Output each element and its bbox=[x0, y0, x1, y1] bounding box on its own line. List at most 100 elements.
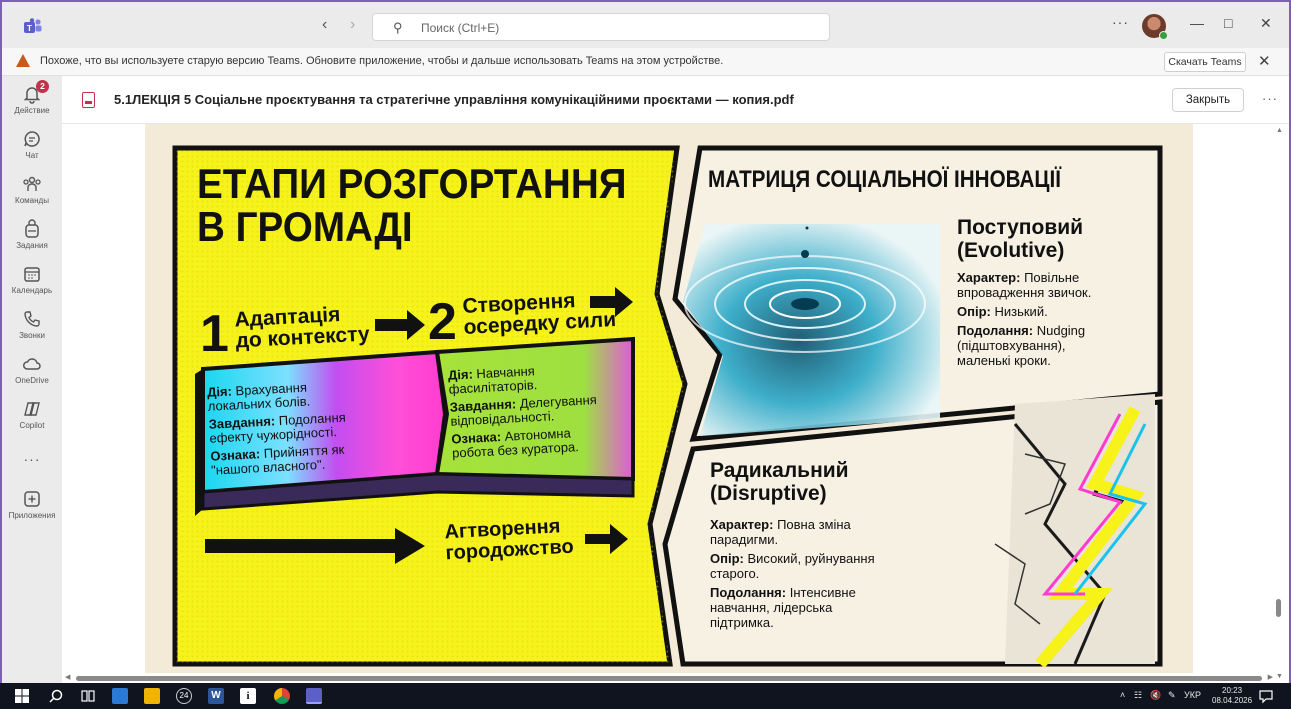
close-document-button[interactable]: Закрыть bbox=[1172, 88, 1244, 112]
task-view-icon[interactable] bbox=[80, 688, 96, 704]
evo-resistance-text: Низький. bbox=[994, 304, 1048, 319]
pdf-page: ЕТАПИ РОЗГОРТАННЯ В ГРОМАДІ 1 Адаптація … bbox=[145, 124, 1193, 673]
horizontal-scroll-thumb[interactable] bbox=[76, 676, 1262, 681]
dis-overcome-text3: підтримка. bbox=[710, 615, 774, 630]
rail-item-copilot[interactable]: Copilot bbox=[2, 399, 62, 430]
rail-item-label: Звонки bbox=[19, 331, 45, 340]
download-teams-button[interactable]: Скачать Teams bbox=[1164, 52, 1246, 72]
rail-item-label: Copilot bbox=[19, 421, 45, 430]
evo-overcome-text1: Nudging bbox=[1036, 323, 1086, 338]
teams-taskbar-icon[interactable] bbox=[306, 688, 322, 704]
water-ripple-illustration bbox=[683, 224, 940, 436]
search-placeholder: Поиск (Ctrl+E) bbox=[421, 21, 500, 35]
document-title: 5.1ЛЕКЦІЯ 5 Соціальне проєктування та ст… bbox=[114, 92, 794, 107]
scroll-down-icon[interactable]: ▼ bbox=[1276, 673, 1283, 680]
evo-char-text1: Повільне bbox=[1024, 270, 1080, 285]
restore-icon[interactable]: □ bbox=[1224, 15, 1232, 31]
document-header: 5.1ЛЕКЦІЯ 5 Соціальне проєктування та ст… bbox=[62, 76, 1289, 124]
clock-time: 20:23 bbox=[1222, 686, 1243, 695]
tray-chevron-icon[interactable]: ˄ bbox=[1120, 690, 1125, 700]
file-explorer-icon[interactable] bbox=[144, 688, 160, 704]
evolutive-title-line2: (Evolutive) bbox=[957, 239, 1065, 262]
vertical-scrollbar[interactable]: ▲ ▼ bbox=[1273, 124, 1285, 683]
presence-status-icon bbox=[1159, 31, 1168, 40]
teams-icon bbox=[23, 176, 41, 191]
forward-arrow-icon[interactable]: › bbox=[350, 16, 355, 34]
horizontal-scrollbar[interactable]: ◀ ▶ bbox=[62, 673, 1273, 683]
document-more-icon[interactable]: ··· bbox=[1262, 91, 1278, 106]
rail-item-label: Календарь bbox=[11, 286, 53, 295]
rail-item-assignments[interactable]: Задания bbox=[2, 219, 62, 250]
dis-resistance-text1: Високий, руйнування bbox=[747, 551, 875, 566]
back-arrow-icon[interactable]: ‹ bbox=[322, 16, 327, 34]
word-icon[interactable]: W bbox=[208, 688, 224, 704]
dis-resistance-text2: старого. bbox=[710, 566, 760, 581]
rail-item-calendar[interactable]: Календарь bbox=[2, 264, 62, 295]
dis-char-text1: Повна зміна bbox=[777, 517, 851, 532]
cloud-icon bbox=[23, 358, 41, 370]
disruptive-title-line1: Радикальний bbox=[710, 459, 849, 482]
chrome-icon[interactable] bbox=[274, 688, 290, 704]
title-bar: T ‹ › ⚲ Поиск (Ctrl+E) ··· — □ ✕ bbox=[2, 2, 1289, 48]
minimize-icon[interactable]: — bbox=[1190, 15, 1204, 31]
rail-item-label: Задания bbox=[16, 241, 48, 250]
weather-badge-icon[interactable]: 24 bbox=[176, 688, 192, 704]
notes-app-icon[interactable]: i bbox=[240, 688, 256, 704]
system-clock[interactable]: 20:23 08.04.2026 bbox=[1212, 686, 1252, 706]
evo-overcome-key: Подолання: bbox=[957, 323, 1034, 338]
evo-resistance-key: Опір: bbox=[957, 304, 991, 319]
dis-overcome-text1: Інтенсивне bbox=[789, 585, 856, 600]
rail-item-apps[interactable]: Приложения bbox=[2, 489, 62, 520]
rail-item-label: Приложения bbox=[8, 511, 56, 520]
network-icon[interactable]: ☷ bbox=[1134, 690, 1142, 701]
more-apps-icon[interactable]: ··· bbox=[2, 451, 62, 467]
calendar-icon bbox=[24, 267, 40, 282]
scroll-up-icon[interactable]: ▲ bbox=[1276, 127, 1283, 134]
lightning-illustration bbox=[994, 394, 1155, 668]
rail-item-label: Чат bbox=[25, 151, 39, 160]
dis-overcome-text2: навчання, лідерська bbox=[710, 600, 833, 615]
rail-item-label: OneDrive bbox=[15, 376, 49, 385]
banner-message: Похоже, что вы используете старую версию… bbox=[40, 55, 724, 67]
close-window-icon[interactable]: ✕ bbox=[1260, 15, 1272, 32]
slide-right-title: МАТРИЦЯ СОЦІАЛЬНОЇ ІННОВАЦІЇ bbox=[708, 166, 1061, 193]
search-icon[interactable] bbox=[48, 688, 64, 704]
evo-char-key: Характер: bbox=[957, 270, 1021, 285]
teams-logo-icon[interactable]: T bbox=[24, 18, 42, 34]
scroll-right-icon[interactable]: ▶ bbox=[1268, 673, 1273, 681]
rail-item-chat[interactable]: Чат bbox=[2, 129, 62, 160]
scroll-left-icon[interactable]: ◀ bbox=[65, 673, 70, 681]
dis-char-text2: парадигми. bbox=[710, 532, 779, 547]
app-rail: 2 Действие Чат Команды Задания Календарь… bbox=[2, 76, 62, 683]
pen-icon[interactable]: ✎ bbox=[1168, 690, 1176, 701]
volume-muted-icon[interactable]: 🔇 bbox=[1150, 690, 1161, 701]
chat-icon bbox=[24, 131, 40, 147]
slide-left-title-line1: ЕТАПИ РОЗГОРТАННЯ bbox=[197, 160, 627, 207]
evo-overcome-text3: маленькі кроки. bbox=[957, 353, 1051, 368]
phone-icon bbox=[24, 311, 40, 327]
windows-taskbar: 24 W i ˄ ☷ 🔇 ✎ УКР 20:23 08.04.2026 bbox=[0, 683, 1291, 709]
pdf-viewer[interactable]: ЕТАПИ РОЗГОРТАННЯ В ГРОМАДІ 1 Адаптація … bbox=[62, 124, 1289, 683]
search-input[interactable]: ⚲ Поиск (Ctrl+E) bbox=[372, 13, 830, 41]
rail-item-label: Действие bbox=[14, 106, 50, 115]
dis-overcome-key: Подолання: bbox=[710, 585, 787, 600]
update-warning-banner: Похоже, что вы используете старую версию… bbox=[2, 48, 1289, 76]
rail-item-teams[interactable]: Команды bbox=[2, 174, 62, 205]
rail-item-onedrive[interactable]: OneDrive bbox=[2, 354, 62, 385]
notifications-icon[interactable] bbox=[1258, 688, 1274, 704]
slide-left-title-line2: В ГРОМАДІ bbox=[197, 203, 413, 250]
rail-item-activity[interactable]: 2 Действие bbox=[2, 80, 62, 115]
vertical-scroll-thumb[interactable] bbox=[1276, 599, 1281, 617]
pdf-file-icon bbox=[82, 92, 95, 108]
search-icon: ⚲ bbox=[393, 20, 403, 35]
media-player-icon[interactable] bbox=[112, 688, 128, 704]
rail-item-calls[interactable]: Звонки bbox=[2, 309, 62, 340]
more-options-icon[interactable]: ··· bbox=[1112, 14, 1129, 30]
rail-item-label: Команды bbox=[15, 196, 49, 205]
windows-start-icon[interactable] bbox=[14, 688, 30, 704]
add-app-icon bbox=[24, 491, 40, 507]
input-language[interactable]: УКР bbox=[1184, 690, 1201, 700]
banner-close-icon[interactable]: ✕ bbox=[1258, 52, 1271, 70]
step1-number: 1 bbox=[200, 305, 229, 363]
step2-number: 2 bbox=[428, 293, 457, 351]
